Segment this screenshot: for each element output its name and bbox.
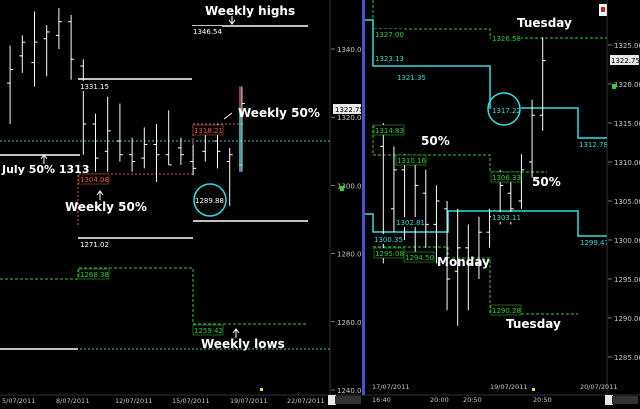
chart-canvas: 1346.54 1331.15 1318.21 1304.08 1289.88 … xyxy=(0,0,640,405)
annotation-monday: Monday xyxy=(437,255,490,269)
level-label-1295: 1295.08 xyxy=(375,250,404,258)
left-axis-corner-box[interactable] xyxy=(328,395,336,405)
right-axis-corner-box[interactable] xyxy=(605,395,613,405)
level-label-1268: 1268.38 xyxy=(80,271,109,279)
right-x-label-6: 20/07/2011 xyxy=(580,383,617,391)
right-yticks-label-7: 1290.00 xyxy=(614,315,640,323)
left-x-label-1: 8/07/2011 xyxy=(56,397,89,405)
level-label-1259: 1259.42 xyxy=(194,327,223,335)
left-x-label-0: 5/07/2011 xyxy=(2,397,35,405)
level-label-1314: 1314.83 xyxy=(375,127,404,135)
left-axis-green-marker xyxy=(340,186,344,191)
level-label-1271: 1271.02 xyxy=(80,241,109,249)
left-x-label-4: 19/07/2011 xyxy=(230,397,267,405)
level-label-1303: 1303.11 xyxy=(492,214,521,222)
annotation-weekly-50-upper: Weekly 50% xyxy=(238,106,320,120)
annotation-weekly-lows: Weekly lows xyxy=(201,337,285,351)
annotation-50-left: 50% xyxy=(421,134,450,148)
right-yticks-label-2: 1315.00 xyxy=(614,120,640,128)
right-x-label-1: 16:40 xyxy=(372,396,391,404)
left-x-label-2: 12/07/2011 xyxy=(115,397,152,405)
right-yticks-label-3: 1310.00 xyxy=(614,159,640,167)
left-yticks-label-3: 1280.00 xyxy=(337,251,366,259)
right-yticks-label-1: 1320.00 xyxy=(614,81,640,89)
left-x-label-5: 22/07/2011 xyxy=(287,397,324,405)
level-label-1289: 1289.88 xyxy=(195,197,224,205)
right-time-marker xyxy=(532,388,535,391)
level-label-1290: 1290.28 xyxy=(492,307,521,315)
level-label-1326: 1326.58 xyxy=(492,35,521,43)
level-label-1312: 1312.78 xyxy=(579,141,608,149)
left-time-marker xyxy=(260,388,263,391)
right-y-axis: 1325.00 1320.00 1315.00 1310.00 1305.00 1300.… xyxy=(606,0,640,395)
right-price-marker-label: 1322.75 xyxy=(611,57,640,65)
level-label-1302: 1302.81 xyxy=(396,219,425,227)
left-y-axis: 1340.001320.001300.001280.001260.001240.… xyxy=(329,0,366,395)
annotation-50-right: 50% xyxy=(532,175,561,189)
left-yticks-label-4: 1260.00 xyxy=(337,319,366,327)
level-label-1331: 1331.15 xyxy=(80,83,109,91)
left-yticks-label-5: 1240.00 xyxy=(337,387,366,395)
level-label-1294: 1294.50 xyxy=(405,254,434,262)
level-label-1323: 1323.13 xyxy=(375,55,404,63)
level-label-1310: 1310.16 xyxy=(397,157,426,165)
right-yticks-label-8: 1285.00 xyxy=(614,354,640,362)
annotation-tuesday-top: Tuesday xyxy=(517,16,572,30)
left-chart-panel: 1346.54 1331.15 1318.21 1304.08 1289.88 … xyxy=(0,0,330,395)
left-x-label-3: 15/07/2011 xyxy=(172,397,209,405)
level-label-1299: 1299.47 xyxy=(580,239,609,247)
right-x-label-4: 19/07/2011 xyxy=(490,383,527,391)
right-x-label-0: 17/07/2011 xyxy=(372,383,409,391)
level-label-1306: 1306.33 xyxy=(492,174,521,182)
annotation-tuesday-bottom: Tuesday xyxy=(506,317,561,331)
right-x-label-2: 20:00 xyxy=(430,396,449,404)
panel-divider xyxy=(362,0,365,395)
right-axis-green-marker xyxy=(612,84,616,89)
annotation-weekly-50-lower: Weekly 50% xyxy=(65,200,147,214)
level-label-1304: 1304.08 xyxy=(80,176,109,184)
left-yticks-label-0: 1340.00 xyxy=(337,46,366,54)
right-yticks-label-6: 1295.00 xyxy=(614,276,640,284)
level-label-1317: 1317.22 xyxy=(492,107,521,115)
level-label-1346: 1346.54 xyxy=(193,28,222,36)
left-price-marker-label: 1322.75 xyxy=(335,106,364,114)
left-scroll-corner[interactable] xyxy=(335,396,361,404)
right-yticks-label-0: 1325.00 xyxy=(614,42,640,50)
right-x-label-5: 20:50 xyxy=(533,396,552,404)
right-yticks-label-4: 1305.00 xyxy=(614,198,640,206)
chart-stage: 1346.54 1331.15 1318.21 1304.08 1289.88 … xyxy=(0,0,640,405)
level-label-1327: 1327.00 xyxy=(375,31,404,39)
level-label-1318: 1318.21 xyxy=(194,127,223,135)
left-y-axis-bg xyxy=(330,0,362,395)
left-yticks-label-1: 1320.00 xyxy=(337,114,366,122)
left-plot-area xyxy=(0,0,330,395)
right-scroll-corner[interactable] xyxy=(612,396,638,404)
level-label-1321: 1321.35 xyxy=(397,74,426,82)
annotation-weekly-highs: Weekly highs xyxy=(205,4,295,18)
up-arrow-icon[interactable] xyxy=(601,7,605,12)
right-yticks-label-5: 1300.00 xyxy=(614,237,640,245)
annotation-july-50: July 50% 1313 xyxy=(1,163,89,176)
right-chart-panel: 1327.00 1326.58 1323.13 1321.35 1317.22 … xyxy=(365,0,609,395)
right-x-label-3: 20:50 xyxy=(463,396,482,404)
level-label-1300: 1300.35 xyxy=(374,236,403,244)
